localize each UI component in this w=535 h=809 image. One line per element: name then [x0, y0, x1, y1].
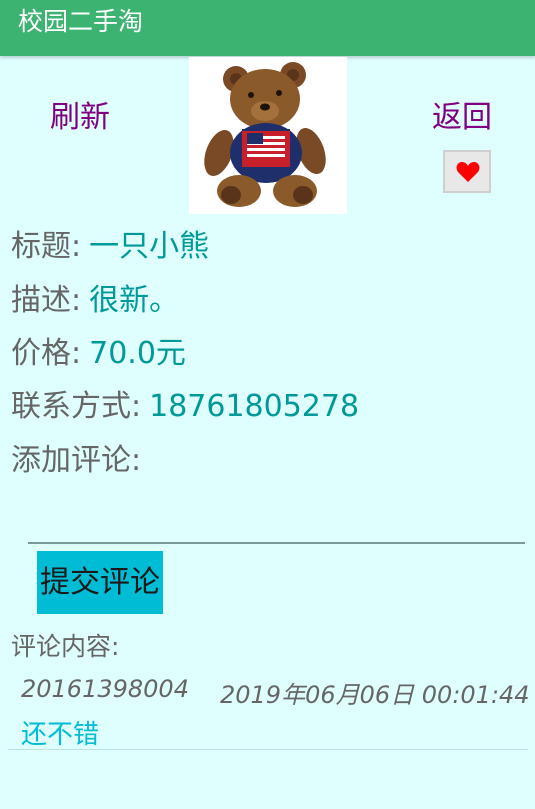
contact-label: 联系方式:	[11, 389, 142, 424]
title-value: 一只小熊	[89, 229, 210, 264]
comments-label: 评论内容:	[11, 632, 120, 661]
add-comment-label: 添加评论:	[11, 443, 142, 478]
contact-row: 联系方式: 18761805278	[11, 387, 359, 427]
product-image	[189, 57, 347, 214]
app-title: 校园二手淘	[18, 7, 144, 36]
comment-divider	[8, 749, 528, 750]
app-bar: 校园二手淘	[0, 0, 535, 56]
comment-user: 20161398004	[21, 675, 189, 703]
title-row: 标题: 一只小熊	[11, 227, 209, 267]
price-row: 价格: 70.0元	[11, 334, 186, 374]
flag-pattern	[247, 133, 285, 157]
submit-comment-button[interactable]: 提交评论	[37, 551, 163, 614]
description-value: 很新。	[89, 283, 180, 318]
refresh-button[interactable]: 刷新	[50, 92, 110, 136]
comment-text: 还不错	[21, 720, 100, 750]
price-value: 70.0元	[89, 336, 186, 371]
comment-time: 2019年06月06日 00:01:44	[220, 681, 530, 709]
price-label: 价格:	[11, 336, 82, 371]
description-label: 描述:	[11, 283, 82, 318]
add-comment-row: 添加评论:	[11, 441, 141, 481]
comment-input[interactable]	[28, 500, 525, 544]
description-row: 描述: 很新。	[11, 281, 179, 321]
title-label: 标题:	[11, 229, 82, 264]
back-button[interactable]: 返回	[432, 92, 492, 136]
contact-value: 18761805278	[149, 389, 360, 424]
teddy-bear-image	[204, 62, 326, 207]
favorite-button[interactable]	[443, 150, 491, 193]
heart-icon	[456, 162, 480, 182]
